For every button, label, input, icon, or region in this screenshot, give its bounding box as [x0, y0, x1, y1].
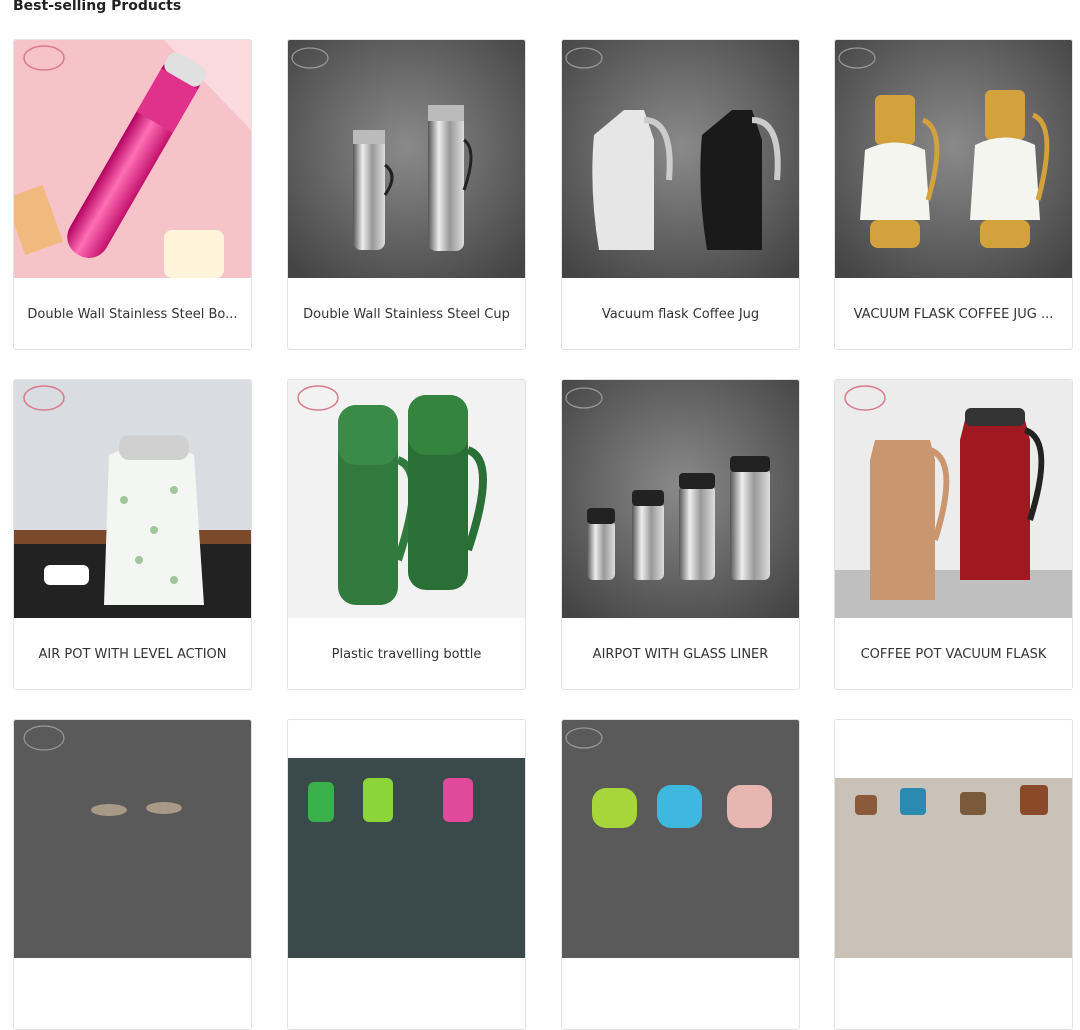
product-name-4[interactable]: VACUUM FLASK COFFEE JUG ...	[843, 278, 1064, 349]
product-image-12[interactable]	[835, 720, 1072, 958]
product-image-11[interactable]	[562, 720, 799, 958]
product-image-2[interactable]	[288, 40, 525, 278]
product-name-3[interactable]: Vacuum flask Coffee Jug	[570, 278, 791, 349]
product-name-7[interactable]: AIRPOT WITH GLASS LINER	[570, 618, 791, 689]
product-name-5[interactable]: AIR POT WITH LEVEL ACTION	[22, 618, 243, 689]
product-image-3[interactable]	[562, 40, 799, 278]
product-image-8[interactable]	[835, 380, 1072, 618]
product-card-3[interactable]: Vacuum flask Coffee Jug	[561, 39, 800, 350]
product-card-7[interactable]: AIRPOT WITH GLASS LINER	[561, 379, 800, 690]
product-card-6[interactable]: Plastic travelling bottle	[287, 379, 526, 690]
product-image-10[interactable]	[288, 720, 525, 958]
product-card-8[interactable]: COFFEE POT VACUUM FLASK	[834, 379, 1073, 690]
product-image-4[interactable]	[835, 40, 1072, 278]
product-image-7[interactable]	[562, 380, 799, 618]
product-name-6[interactable]: Plastic travelling bottle	[296, 618, 517, 689]
product-card-11[interactable]	[561, 719, 800, 1030]
product-name-8[interactable]: COFFEE POT VACUUM FLASK	[843, 618, 1064, 689]
product-card-5[interactable]: AIR POT WITH LEVEL ACTION	[13, 379, 252, 690]
product-card-9[interactable]	[13, 719, 252, 1030]
product-image-9[interactable]	[14, 720, 251, 958]
product-image-1[interactable]	[14, 40, 251, 278]
product-image-6[interactable]	[288, 380, 525, 618]
product-card-12[interactable]	[834, 719, 1073, 1030]
product-card-4[interactable]: VACUUM FLASK COFFEE JUG ...	[834, 39, 1073, 350]
product-name-1[interactable]: Double Wall Stainless Steel Bo...	[22, 278, 243, 349]
product-card-1[interactable]: Double Wall Stainless Steel Bo...	[13, 39, 252, 350]
product-card-2[interactable]: Double Wall Stainless Steel Cup	[287, 39, 526, 350]
section-title: Best-selling Products	[13, 0, 182, 14]
product-image-5[interactable]	[14, 380, 251, 618]
product-name-2[interactable]: Double Wall Stainless Steel Cup	[296, 278, 517, 349]
product-card-10[interactable]	[287, 719, 526, 1030]
